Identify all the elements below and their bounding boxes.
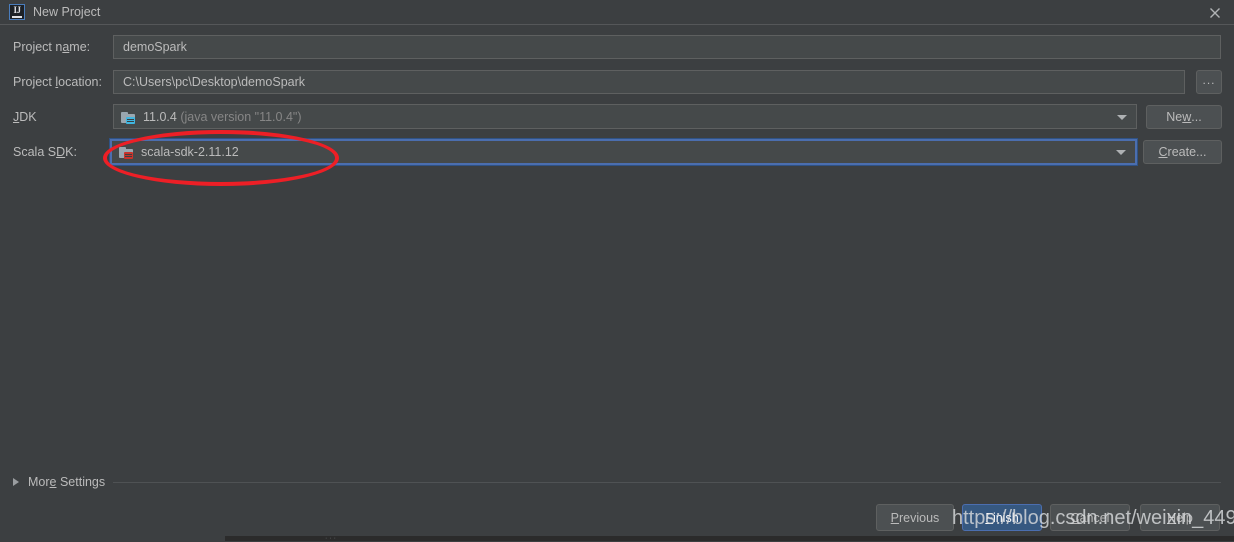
- jdk-label: JDK: [13, 110, 37, 124]
- jdk-value: 11.0.4 (java version "11.0.4"): [143, 109, 302, 125]
- jdk-version: 11.0.4: [143, 109, 177, 124]
- project-location-input[interactable]: C:\Users\pc\Desktop\demoSpark: [113, 70, 1185, 94]
- scala-create-button[interactable]: Create...: [1143, 140, 1222, 164]
- chevron-right-icon: [13, 478, 19, 486]
- close-icon[interactable]: [1204, 2, 1226, 23]
- browse-location-button[interactable]: ...: [1196, 70, 1222, 94]
- intellij-idea-icon: IJ: [9, 4, 25, 20]
- chevron-down-icon[interactable]: [1116, 150, 1126, 155]
- cancel-button[interactable]: Cancel: [1050, 504, 1130, 531]
- help-button[interactable]: Help: [1140, 504, 1220, 531]
- project-location-label: Project location:: [13, 75, 102, 89]
- bottom-strip-segment: [0, 536, 225, 541]
- bottom-strip: ···: [0, 535, 1234, 542]
- jdk-folder-icon: [121, 110, 137, 124]
- intellij-idea-icon-bar: [12, 16, 22, 18]
- bottom-strip-dots: ···: [325, 535, 338, 542]
- new-project-dialog: IJ New Project Project name: demoSpark P…: [0, 0, 1234, 542]
- jdk-new-button[interactable]: Ne w...: [1146, 105, 1222, 129]
- more-settings-separator: [113, 482, 1221, 483]
- scala-sdk-combo[interactable]: scala-sdk-2.11.12: [110, 139, 1137, 165]
- project-name-input[interactable]: demoSpark: [113, 35, 1221, 59]
- more-settings-toggle[interactable]: More Settings: [13, 474, 105, 490]
- intellij-idea-icon-letters: IJ: [13, 5, 21, 15]
- project-location-value: C:\Users\pc\Desktop\demoSpark: [123, 75, 306, 89]
- title-bar: IJ New Project: [0, 0, 1234, 25]
- project-name-label: Project name:: [13, 40, 91, 54]
- jdk-combo[interactable]: 11.0.4 (java version "11.0.4"): [113, 104, 1137, 129]
- project-name-value: demoSpark: [123, 40, 187, 54]
- chevron-down-icon[interactable]: [1117, 114, 1127, 120]
- scala-sdk-value: scala-sdk-2.11.12: [141, 145, 239, 159]
- more-settings-label: More Settings: [28, 475, 106, 489]
- jdk-version-detail: (java version "11.0.4"): [180, 109, 302, 124]
- previous-button[interactable]: Previous: [876, 504, 954, 531]
- finish-button[interactable]: Finish: [962, 504, 1042, 531]
- scala-sdk-label: Scala SDK:: [13, 145, 77, 159]
- window-title: New Project: [33, 5, 101, 19]
- scala-sdk-folder-icon: [119, 145, 135, 159]
